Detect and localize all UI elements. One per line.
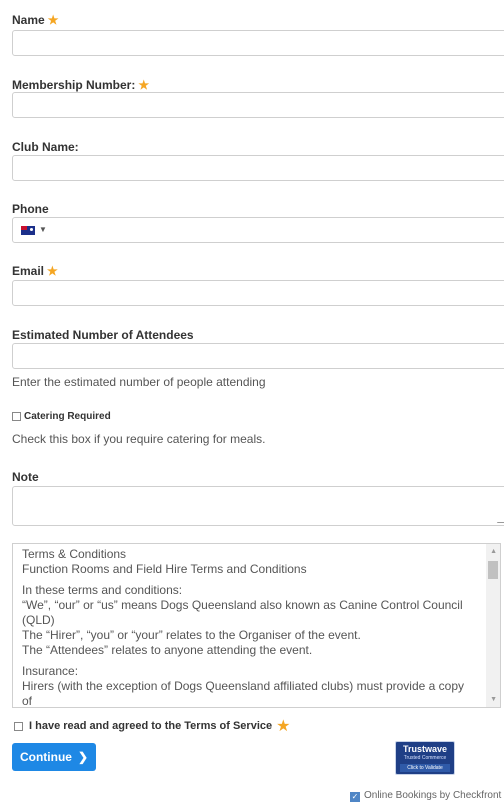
chevron-down-icon[interactable]: ▼ xyxy=(39,225,47,234)
attendees-label: Estimated Number of Attendees xyxy=(12,328,194,342)
name-label: Name ★ xyxy=(12,13,59,27)
trustwave-subtitle: Trusted Commerce xyxy=(403,755,447,761)
chevron-right-icon: ❯ xyxy=(77,750,89,764)
club-name-input[interactable] xyxy=(12,155,504,181)
terms-box[interactable]: Terms & Conditions Function Rooms and Fi… xyxy=(12,543,501,708)
continue-label: Continue xyxy=(19,750,72,764)
required-star: ★ xyxy=(47,264,58,278)
terms-content: Terms & Conditions Function Rooms and Fi… xyxy=(13,544,482,708)
attendees-input[interactable] xyxy=(12,343,504,369)
trustwave-title: Trustwave xyxy=(402,744,448,754)
email-label: Email ★ xyxy=(12,264,58,278)
terms-scrollbar[interactable]: ▲ ▼ xyxy=(486,544,500,707)
required-star: ★ xyxy=(138,78,150,92)
agree-checkbox[interactable] xyxy=(14,721,23,731)
footer-link[interactable]: ✓ Online Bookings by Checkfront xyxy=(350,790,501,802)
terms-insurance: Insurance: Hirers (with the exception of… xyxy=(22,664,465,708)
name-input[interactable] xyxy=(12,30,504,56)
catering-row[interactable]: Catering Required xyxy=(12,411,111,422)
trustwave-cta: Click to Validate xyxy=(400,764,450,772)
australia-flag-icon[interactable] xyxy=(21,226,35,235)
club-label: Club Name: xyxy=(12,140,79,154)
membership-label: Membership Number: ★ xyxy=(12,78,150,92)
note-textarea[interactable] xyxy=(12,486,504,526)
resize-handle-icon[interactable] xyxy=(496,514,504,523)
scroll-down-icon[interactable]: ▼ xyxy=(490,696,497,703)
catering-checkbox[interactable] xyxy=(12,412,21,421)
required-star: ★ xyxy=(276,718,291,735)
email-input[interactable] xyxy=(12,280,504,306)
catering-help: Check this box if you require catering f… xyxy=(12,432,266,446)
attendees-help: Enter the estimated number of people att… xyxy=(12,375,266,389)
trustwave-badge[interactable]: Trustwave Trusted Commerce Click to Vali… xyxy=(395,741,455,775)
checkfront-check-icon: ✓ xyxy=(350,792,360,802)
terms-definitions: In these terms and conditions: “We”, “ou… xyxy=(22,583,463,657)
note-label: Note xyxy=(12,470,39,484)
agree-row[interactable]: I have read and agreed to the Terms of S… xyxy=(14,716,290,736)
catering-label: Catering Required xyxy=(24,411,111,422)
scroll-thumb[interactable] xyxy=(488,561,498,579)
phone-input[interactable]: ▼ xyxy=(12,217,504,243)
scroll-up-icon[interactable]: ▲ xyxy=(490,548,497,555)
phone-label: Phone xyxy=(12,202,49,216)
agree-label: I have read and agreed to the Terms of S… xyxy=(29,720,273,732)
membership-number-input[interactable] xyxy=(12,92,504,118)
continue-button[interactable]: Continue ❯ xyxy=(12,743,96,771)
terms-heading: Terms & Conditions Function Rooms and Fi… xyxy=(22,547,307,576)
required-star: ★ xyxy=(47,13,59,27)
